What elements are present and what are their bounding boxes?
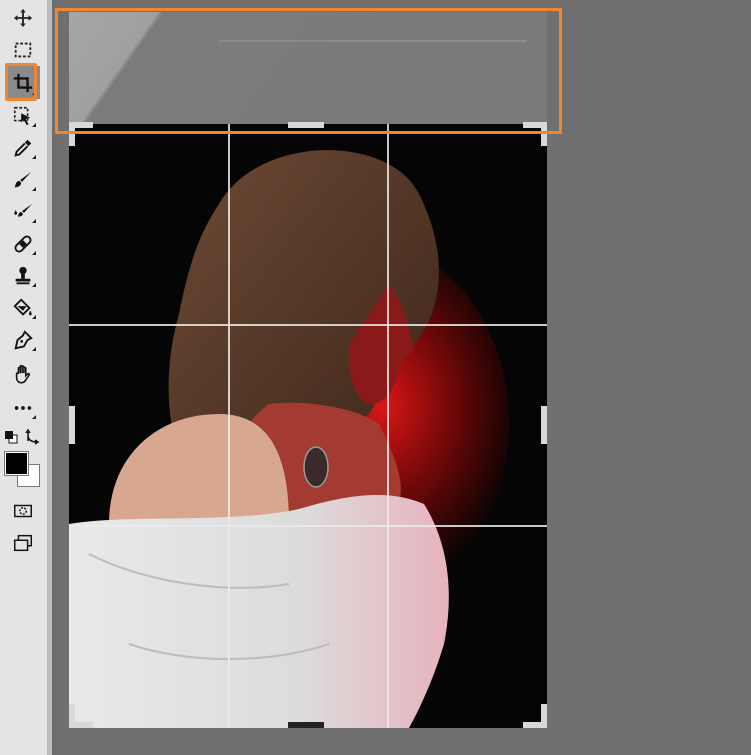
photo[interactable]: [69, 124, 547, 728]
crop-handle-right[interactable]: [541, 406, 547, 444]
pen-tool[interactable]: [6, 325, 40, 355]
move-tool[interactable]: [6, 3, 40, 33]
screen-mode-icon: [14, 534, 32, 552]
default-colors-icon: [5, 431, 18, 444]
marquee-tool[interactable]: [6, 35, 40, 65]
crop-grid-line: [69, 525, 547, 527]
more-icon: [14, 406, 32, 410]
healing-tool[interactable]: [6, 229, 40, 259]
spot-healing-tool[interactable]: [6, 197, 40, 227]
object-select-tool[interactable]: [6, 101, 40, 131]
crop-tool-highlight: [5, 63, 37, 101]
cropped-area-highlight: [55, 8, 562, 134]
object-select-icon: [13, 106, 31, 126]
crop-grid-line: [387, 124, 389, 728]
quick-mask-icon: [14, 504, 32, 518]
spot-healing-icon: [14, 203, 33, 217]
crop-handle-left[interactable]: [69, 406, 75, 444]
swap-colors-icon: [25, 428, 40, 445]
stamp-tool[interactable]: [6, 261, 40, 291]
brush-icon: [14, 171, 32, 188]
marquee-icon: [14, 42, 32, 58]
stamp-icon: [15, 266, 31, 285]
hand-tool[interactable]: [6, 359, 40, 389]
swap-colors[interactable]: [25, 428, 41, 445]
paint-bucket-tool[interactable]: [6, 293, 40, 323]
tools-panel: [0, 0, 48, 755]
eyedropper-tool[interactable]: [6, 133, 40, 163]
pen-icon: [14, 330, 33, 350]
bandage-icon: [14, 235, 32, 253]
hand-icon: [15, 364, 31, 384]
default-colors[interactable]: [4, 430, 18, 444]
crop-handle-bottom-left[interactable]: [69, 722, 93, 728]
paint-bucket-icon: [13, 298, 32, 316]
screen-mode[interactable]: [6, 528, 40, 558]
brush-tool[interactable]: [6, 165, 40, 195]
foreground-color-swatch[interactable]: [4, 451, 29, 476]
crop-grid-line: [69, 324, 547, 326]
quick-mask[interactable]: [6, 496, 40, 526]
move-icon: [13, 8, 33, 28]
more-tools[interactable]: [6, 393, 40, 423]
crop-grid-line: [228, 124, 230, 728]
crop-handle-bottom-right[interactable]: [523, 722, 547, 728]
portrait-image: [69, 124, 547, 728]
crop-handle-bottom[interactable]: [288, 722, 324, 728]
eyedropper-icon: [14, 139, 32, 157]
